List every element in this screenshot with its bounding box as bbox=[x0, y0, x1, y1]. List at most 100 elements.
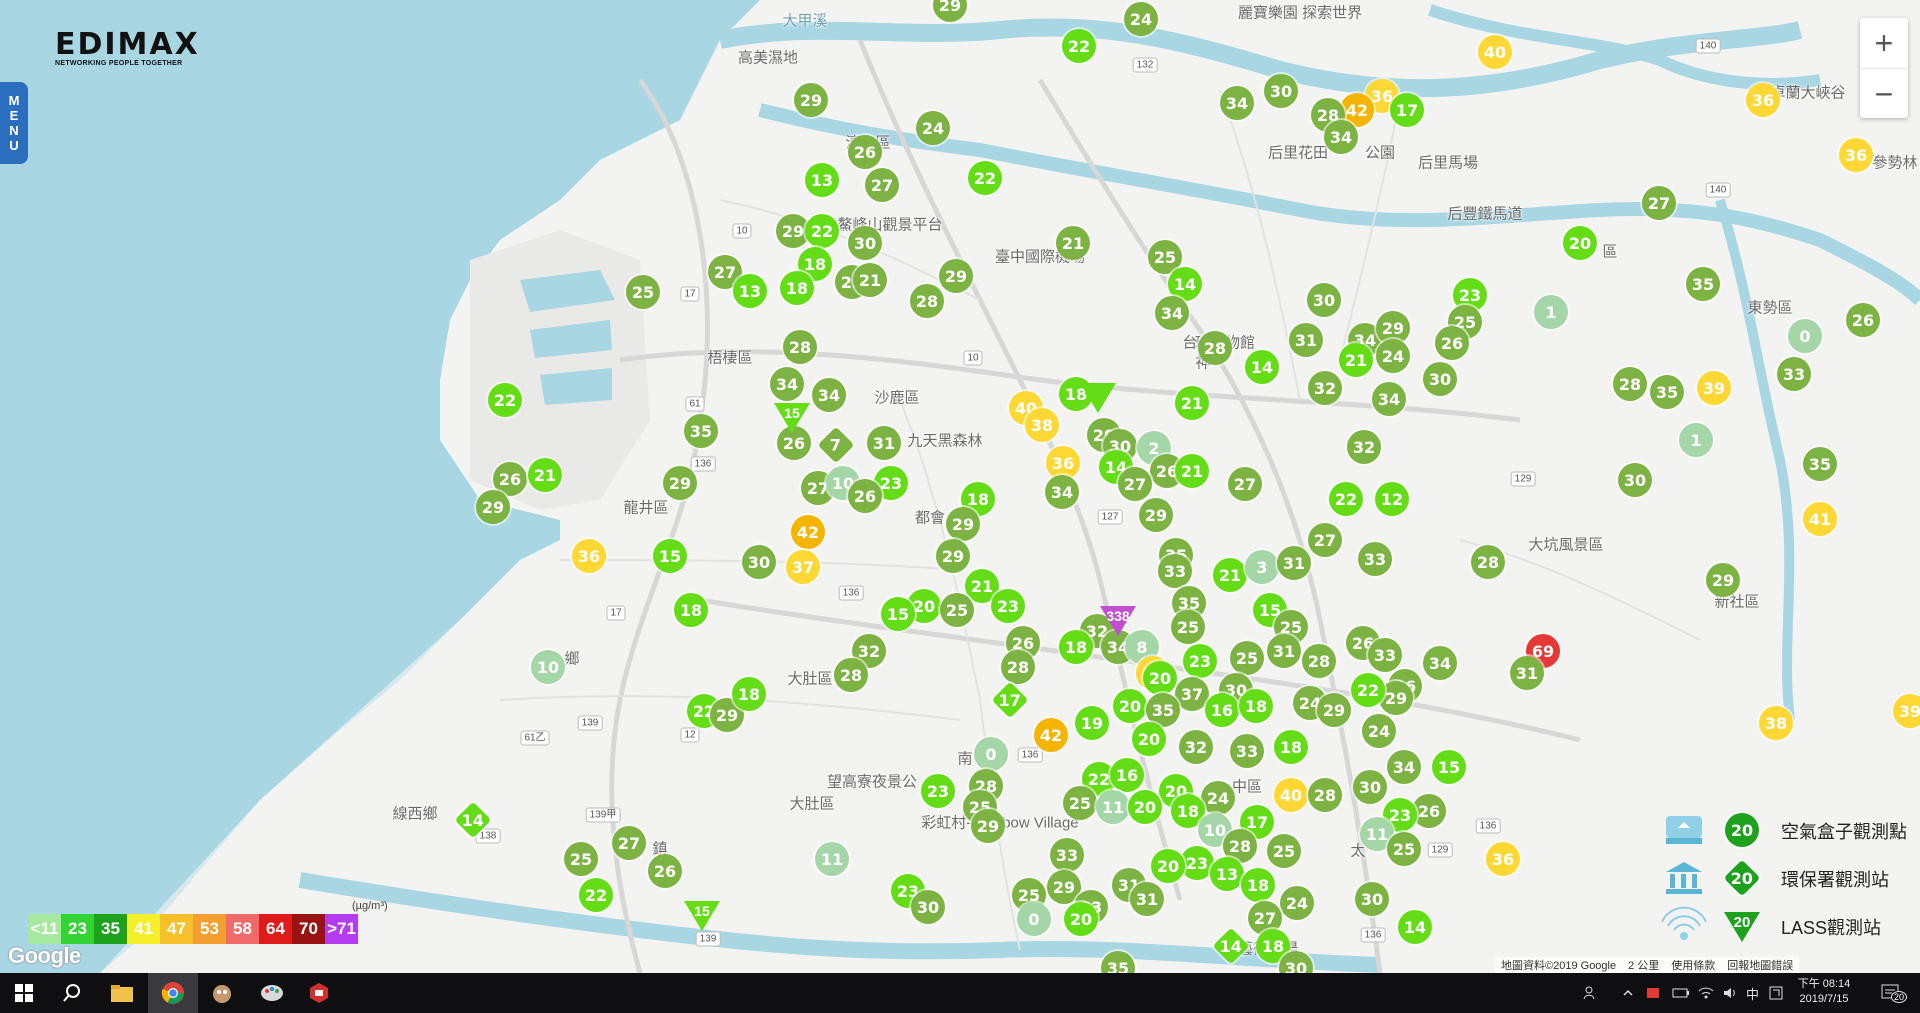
airbox-marker[interactable]: 31 bbox=[1510, 656, 1544, 690]
airbox-marker[interactable]: 15 bbox=[653, 539, 687, 573]
airbox-marker[interactable]: 21 bbox=[1339, 343, 1373, 377]
airbox-marker[interactable]: 29 bbox=[971, 809, 1005, 843]
airbox-marker[interactable]: 34 bbox=[1045, 475, 1079, 509]
airbox-marker[interactable]: 27 bbox=[1228, 467, 1262, 501]
airbox-marker[interactable]: 13 bbox=[733, 274, 767, 308]
airbox-marker[interactable]: 39 bbox=[1697, 371, 1731, 405]
airbox-marker[interactable]: 28 bbox=[1308, 778, 1342, 812]
app-icon-red[interactable] bbox=[305, 979, 333, 1007]
airbox-marker[interactable]: 34 bbox=[812, 378, 846, 412]
airbox-marker[interactable]: 40 bbox=[1478, 35, 1512, 69]
airbox-marker[interactable]: 0 bbox=[1017, 902, 1051, 936]
airbox-marker[interactable]: 29 bbox=[794, 83, 828, 117]
people-icon[interactable] bbox=[1583, 973, 1599, 1013]
airbox-marker[interactable]: 31 bbox=[1277, 546, 1311, 580]
airbox-marker[interactable]: 22 bbox=[1351, 673, 1385, 707]
map-scale-label[interactable]: 2 公里 bbox=[1628, 957, 1659, 973]
airbox-marker[interactable]: 30 bbox=[1307, 283, 1341, 317]
airbox-marker[interactable]: 34 bbox=[1423, 646, 1457, 680]
airbox-marker[interactable]: 15 bbox=[1432, 750, 1466, 784]
airbox-marker[interactable]: 20 bbox=[1563, 226, 1597, 260]
airbox-marker[interactable]: 20 bbox=[1132, 722, 1166, 756]
airbox-marker[interactable]: 24 bbox=[1124, 2, 1158, 36]
airbox-marker[interactable]: 15 bbox=[881, 597, 915, 631]
ime-mode-icon[interactable] bbox=[1769, 973, 1783, 1013]
airbox-marker[interactable]: 18 bbox=[1059, 630, 1093, 664]
airbox-marker[interactable]: 33 bbox=[1368, 638, 1402, 672]
airbox-marker[interactable]: 36 bbox=[1486, 842, 1520, 876]
ime-indicator[interactable]: 中 bbox=[1746, 973, 1759, 1013]
airbox-marker[interactable]: 25 bbox=[1267, 834, 1301, 868]
airbox-marker[interactable]: 31 bbox=[867, 426, 901, 460]
airbox-marker[interactable]: 26 bbox=[1412, 794, 1446, 828]
airbox-marker[interactable]: 33 bbox=[1158, 554, 1192, 588]
airbox-marker[interactable]: 34 bbox=[1372, 382, 1406, 416]
airbox-marker[interactable]: 14 bbox=[1245, 350, 1279, 384]
airbox-marker[interactable]: 11 bbox=[815, 842, 849, 876]
airbox-marker[interactable]: 32 bbox=[1179, 730, 1213, 764]
airbox-marker[interactable]: 17 bbox=[1390, 93, 1424, 127]
airbox-marker[interactable]: 26 bbox=[777, 426, 811, 460]
airbox-marker[interactable]: 13 bbox=[1210, 857, 1244, 891]
airbox-marker[interactable]: 1 bbox=[1534, 295, 1568, 329]
airbox-marker[interactable]: 37 bbox=[1175, 677, 1209, 711]
airbox-marker[interactable]: 20 bbox=[1113, 689, 1147, 723]
airbox-marker[interactable]: 21 bbox=[528, 458, 562, 492]
airbox-marker[interactable]: 25 bbox=[1063, 786, 1097, 820]
airbox-marker[interactable]: 34 bbox=[770, 367, 804, 401]
airbox-marker[interactable]: 16 bbox=[1110, 758, 1144, 792]
airbox-marker[interactable]: 22 bbox=[968, 161, 1002, 195]
airbox-marker[interactable]: 29 bbox=[946, 507, 980, 541]
airbox-marker[interactable]: 27 bbox=[1642, 186, 1676, 220]
airbox-marker[interactable]: 27 bbox=[1308, 523, 1342, 557]
airbox-marker[interactable]: 30 bbox=[742, 545, 776, 579]
airbox-marker[interactable]: 21 bbox=[853, 263, 887, 297]
airbox-marker[interactable]: 32 bbox=[1347, 430, 1381, 464]
airbox-marker[interactable]: 18 bbox=[732, 677, 766, 711]
airbox-marker[interactable]: 30 bbox=[1264, 74, 1298, 108]
airbox-marker[interactable]: 42 bbox=[791, 515, 825, 549]
airbox-marker[interactable]: 22 bbox=[488, 383, 522, 417]
airbox-marker[interactable]: 31 bbox=[1130, 882, 1164, 916]
battery-icon[interactable] bbox=[1672, 973, 1690, 1013]
volume-icon[interactable] bbox=[1722, 973, 1738, 1013]
airbox-marker[interactable]: 29 bbox=[476, 490, 510, 524]
airbox-marker[interactable]: 26 bbox=[848, 135, 882, 169]
airbox-marker[interactable]: 34 bbox=[1324, 120, 1358, 154]
airbox-marker[interactable]: 26 bbox=[648, 854, 682, 888]
airbox-marker[interactable]: 28 bbox=[1001, 650, 1035, 684]
airbox-marker[interactable]: 26 bbox=[1435, 326, 1469, 360]
airbox-marker[interactable]: 28 bbox=[910, 284, 944, 318]
airbox-marker[interactable]: 27 bbox=[865, 168, 899, 202]
airbox-marker[interactable]: 26 bbox=[848, 479, 882, 513]
airbox-marker[interactable]: 30 bbox=[1355, 882, 1389, 916]
airbox-marker[interactable]: 28 bbox=[834, 658, 868, 692]
airbox-marker[interactable]: 35 bbox=[684, 414, 718, 448]
airbox-marker[interactable]: 10 bbox=[531, 650, 565, 684]
menu-tab[interactable]: M E N U bbox=[0, 82, 28, 164]
edimax-logo[interactable]: EDIMAX NETWORKING PEOPLE TOGETHER bbox=[55, 30, 200, 68]
airbox-marker[interactable]: 27 bbox=[612, 826, 646, 860]
airbox-marker[interactable]: 39 bbox=[1893, 694, 1920, 728]
airbox-marker[interactable]: 35 bbox=[1803, 447, 1837, 481]
airbox-marker[interactable]: 29 bbox=[936, 539, 970, 573]
airbox-marker[interactable]: 33 bbox=[1050, 838, 1084, 872]
chevron-up-icon[interactable] bbox=[1622, 973, 1634, 1013]
security-icon[interactable] bbox=[1645, 973, 1661, 1013]
airbox-marker[interactable]: 34 bbox=[1220, 86, 1254, 120]
airbox-marker[interactable]: 0 bbox=[1788, 319, 1822, 353]
airbox-marker[interactable]: 25 bbox=[1230, 641, 1264, 675]
airbox-marker[interactable]: 29 bbox=[939, 259, 973, 293]
airbox-marker[interactable]: 1 bbox=[1679, 423, 1713, 457]
airbox-marker[interactable]: 26 bbox=[1846, 303, 1880, 337]
airbox-marker[interactable]: 28 bbox=[783, 330, 817, 364]
report-error-link[interactable]: 回報地圖錯誤 bbox=[1727, 957, 1793, 973]
airbox-marker[interactable]: 12 bbox=[1375, 482, 1409, 516]
airbox-marker[interactable]: 30 bbox=[1353, 770, 1387, 804]
airbox-marker[interactable]: 11 bbox=[1096, 790, 1130, 824]
airbox-marker[interactable]: 38 bbox=[1759, 706, 1793, 740]
airbox-marker[interactable]: 29 bbox=[663, 466, 697, 500]
airbox-marker[interactable]: 22 bbox=[1329, 482, 1363, 516]
airbox-marker[interactable]: 18 bbox=[1241, 868, 1275, 902]
airbox-marker[interactable]: 28 bbox=[1198, 331, 1232, 365]
